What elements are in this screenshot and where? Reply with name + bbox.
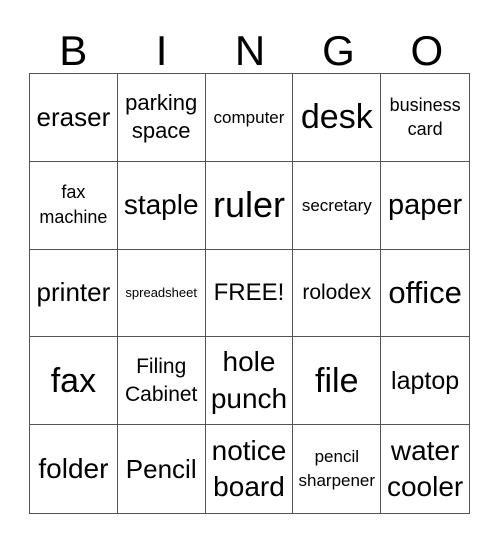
- bingo-header: B I N G O: [29, 28, 471, 73]
- bingo-cell[interactable]: fax: [30, 337, 118, 426]
- free-space-cell[interactable]: FREE!: [205, 249, 294, 338]
- bingo-cell[interactable]: notice board: [206, 425, 294, 513]
- bingo-cell[interactable]: Pencil: [118, 425, 206, 513]
- bingo-cell[interactable]: Filing Cabinet: [117, 337, 206, 426]
- header-letter-b: B: [59, 27, 88, 74]
- bingo-cell[interactable]: file: [293, 337, 382, 426]
- bingo-cell[interactable]: rolodex: [293, 249, 382, 338]
- header-letter-g: G: [322, 27, 355, 74]
- bingo-cell[interactable]: spreadsheet: [117, 249, 206, 338]
- bingo-cell[interactable]: laptop: [381, 337, 469, 426]
- bingo-cell[interactable]: business card: [381, 74, 469, 162]
- bingo-grid: eraser parking space computer desk busin…: [29, 73, 470, 514]
- bingo-cell[interactable]: staple: [117, 161, 206, 250]
- header-letter-n: N: [234, 27, 266, 74]
- bingo-cell[interactable]: fax machine: [30, 161, 118, 250]
- bingo-cell[interactable]: ruler: [205, 161, 294, 250]
- bingo-cell[interactable]: water cooler: [381, 425, 469, 513]
- bingo-cell[interactable]: desk: [293, 74, 382, 162]
- bingo-cell[interactable]: printer: [30, 249, 118, 338]
- bingo-cell[interactable]: eraser: [30, 74, 118, 162]
- bingo-cell[interactable]: parking space: [117, 74, 206, 162]
- bingo-cell[interactable]: paper: [381, 162, 469, 250]
- header-letter-i: I: [155, 27, 168, 74]
- header-letter-o: O: [410, 27, 444, 74]
- bingo-cell[interactable]: folder: [30, 425, 118, 513]
- bingo-cell[interactable]: pencil sharpener: [293, 425, 382, 513]
- bingo-cell[interactable]: hole punch: [205, 337, 294, 426]
- bingo-cell[interactable]: office: [381, 250, 469, 338]
- bingo-cell[interactable]: computer: [205, 74, 294, 162]
- bingo-cell[interactable]: secretary: [293, 161, 382, 250]
